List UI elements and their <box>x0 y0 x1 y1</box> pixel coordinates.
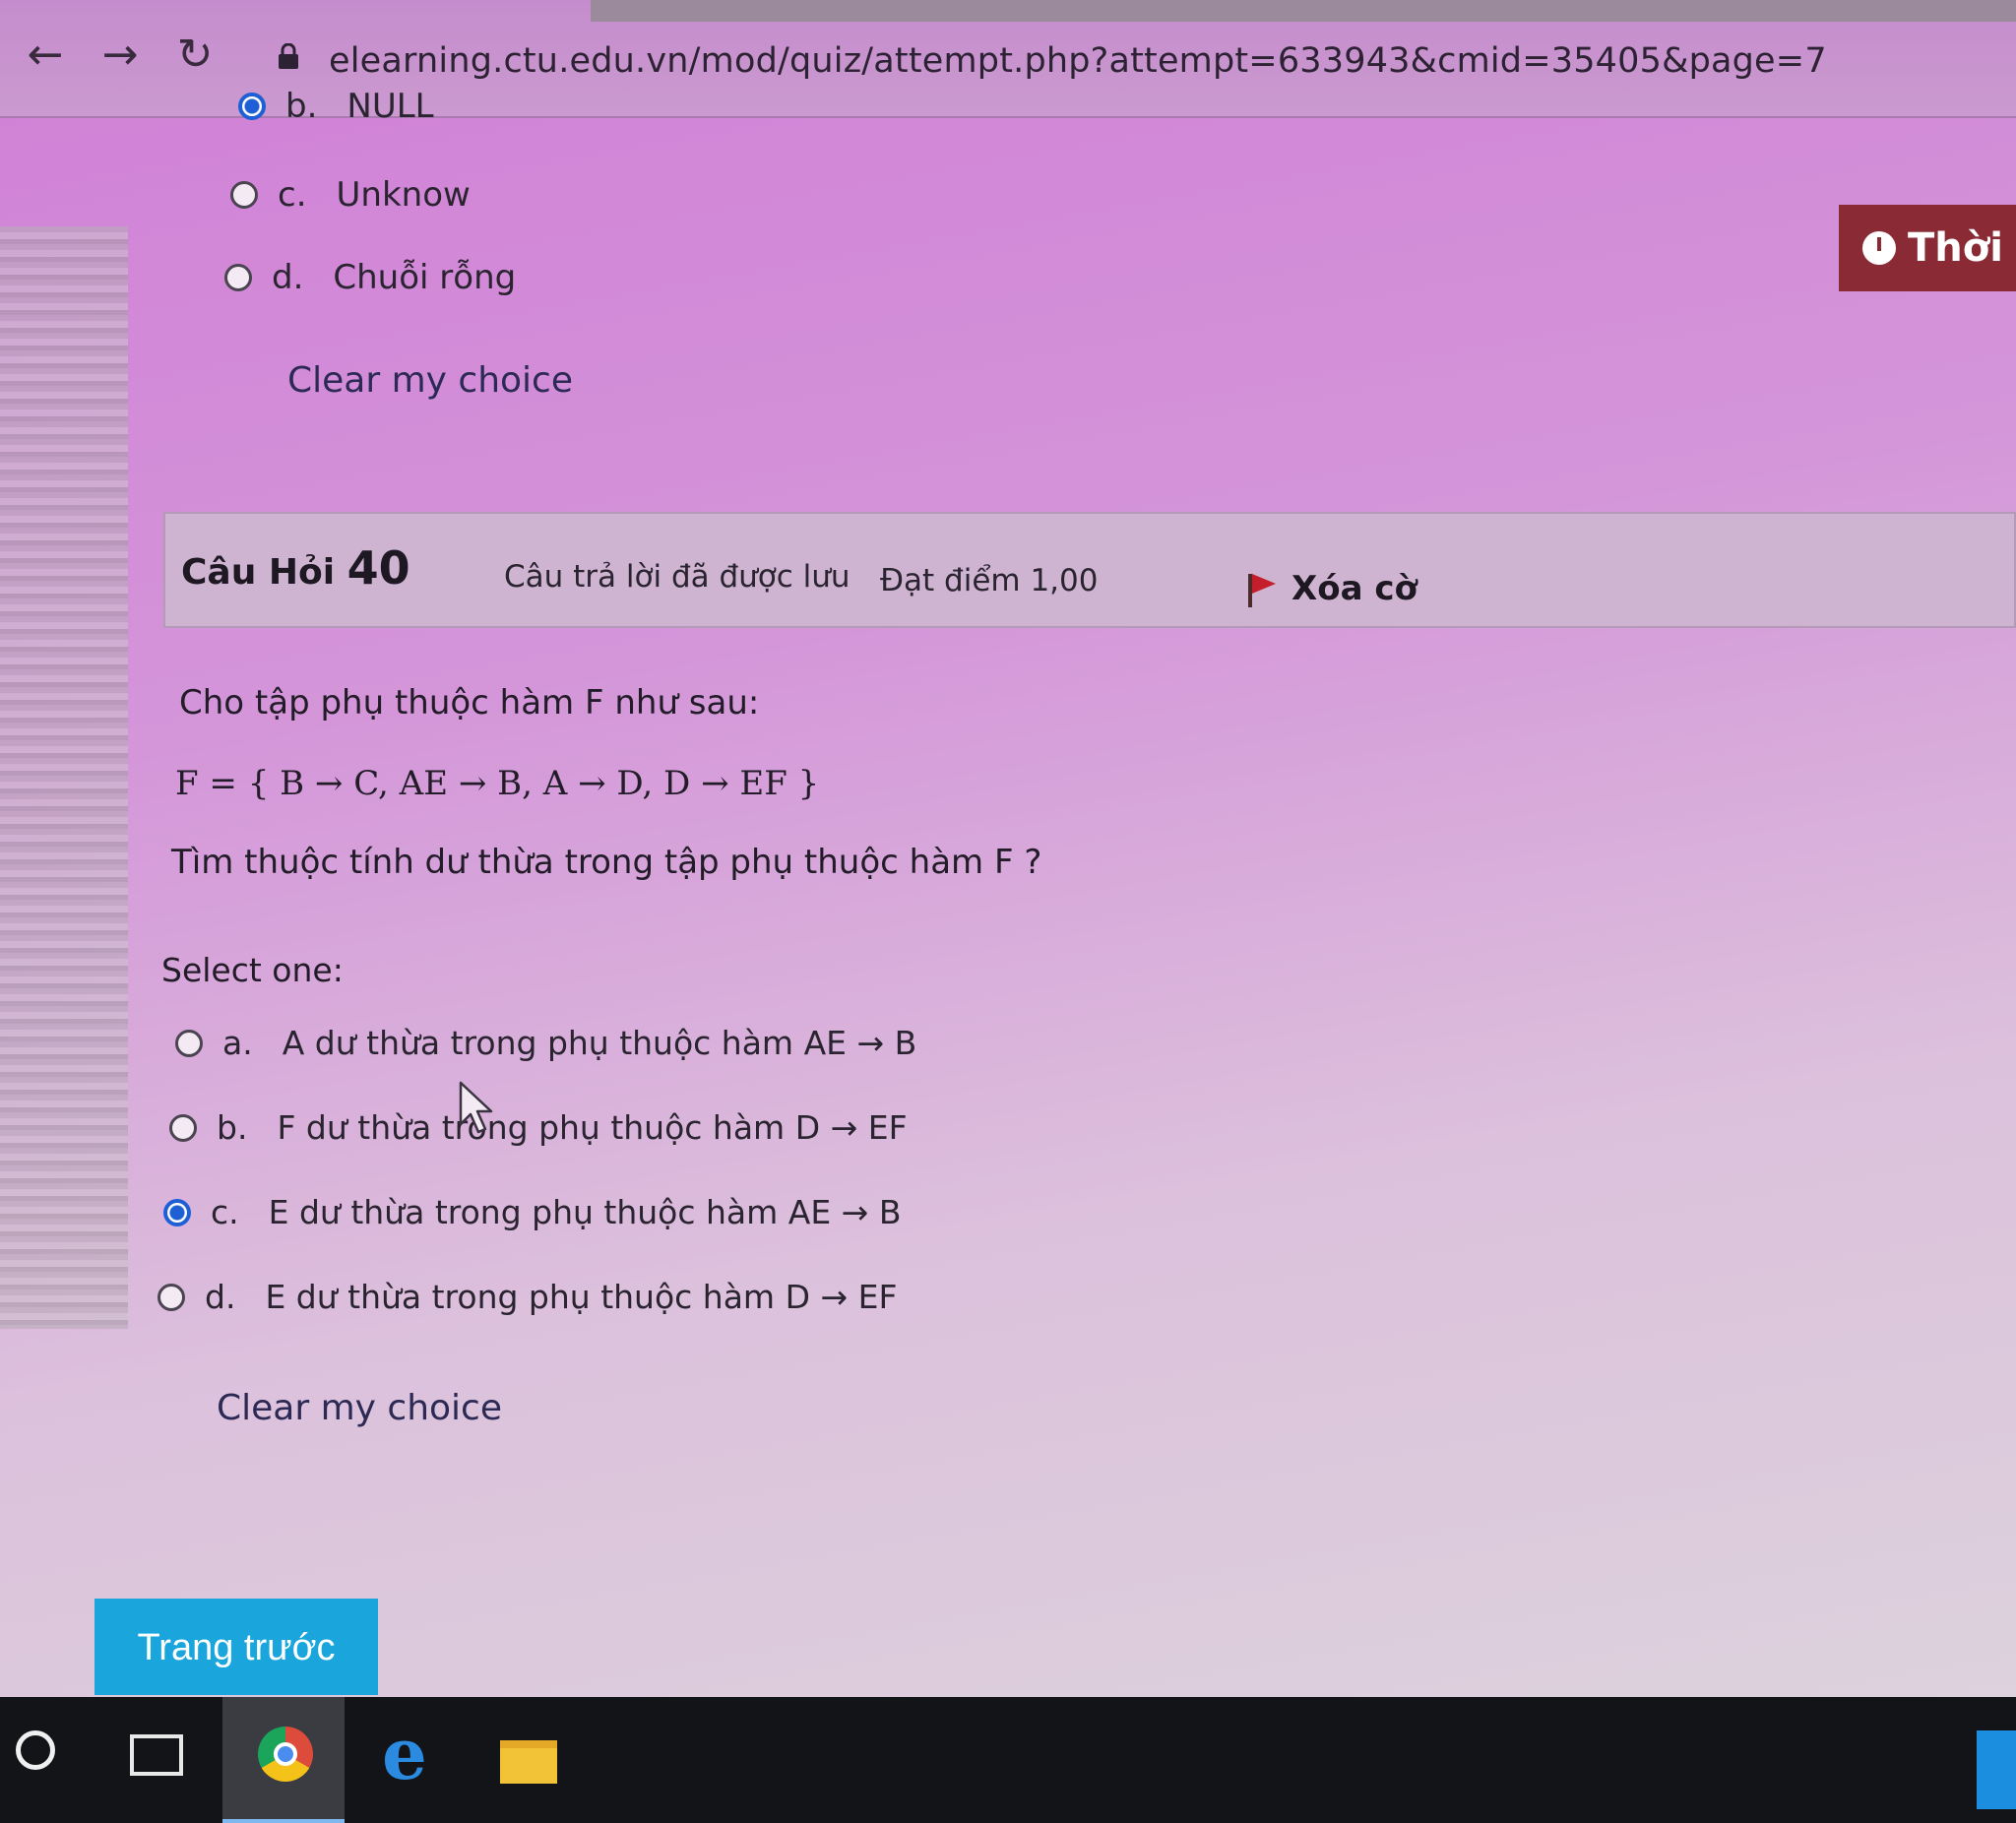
option-letter: b. <box>285 87 318 126</box>
prev-option-d[interactable]: d. Chuỗi rỗng <box>224 258 516 297</box>
answer-option-a[interactable]: a. A dư thừa trong phụ thuộc hàm AE → B <box>175 1024 916 1062</box>
option-letter: c. <box>211 1193 239 1231</box>
question-title-prefix: Câu Hỏi <box>181 552 336 593</box>
answer-saved-status: Câu trả lời đã được lưu <box>504 559 850 595</box>
radio-prev-d[interactable] <box>224 264 252 291</box>
option-letter: b. <box>217 1108 248 1147</box>
answer-option-b[interactable]: b. F dư thừa trong phụ thuộc hàm D → EF <box>169 1108 908 1147</box>
option-text: A dư thừa trong phụ thuộc hàm AE → B <box>282 1024 917 1062</box>
chrome-icon[interactable] <box>258 1727 313 1782</box>
windows-taskbar: e <box>0 1697 2016 1823</box>
arrow-left-icon: ← <box>27 30 64 80</box>
forward-button[interactable]: → <box>93 28 148 83</box>
browser-tab-strip <box>591 0 2016 22</box>
search-icon[interactable] <box>16 1730 55 1770</box>
radio-prev-b[interactable] <box>238 93 266 120</box>
option-text: E dư thừa trong phụ thuộc hàm AE → B <box>268 1193 902 1231</box>
clear-choice-link-prev[interactable]: Clear my choice <box>287 360 573 401</box>
previous-page-button[interactable]: Trang trước <box>94 1599 378 1695</box>
question-header: Câu Hỏi 40 Câu trả lời đã được lưu Đạt đ… <box>163 512 2016 628</box>
remove-flag-button[interactable]: Xóa cờ <box>1244 569 1418 608</box>
clock-icon <box>1862 231 1896 265</box>
option-text: Unknow <box>336 175 471 215</box>
option-text: F dư thừa trong phụ thuộc hàm D → EF <box>277 1108 908 1147</box>
prev-option-c[interactable]: c. Unknow <box>230 175 471 215</box>
answer-option-d[interactable]: d. E dư thừa trong phụ thuộc hàm D → EF <box>158 1278 897 1316</box>
radio-c[interactable] <box>163 1198 191 1226</box>
option-text: NULL <box>346 87 434 126</box>
option-letter: c. <box>278 175 307 215</box>
prev-option-b[interactable]: b. NULL <box>238 87 434 126</box>
question-number: 40 <box>346 541 410 595</box>
option-text: Chuỗi rỗng <box>333 258 517 297</box>
timer-label: Thời g <box>1908 225 2016 271</box>
back-button[interactable]: ← <box>18 28 73 83</box>
clear-choice-link[interactable]: Clear my choice <box>217 1388 502 1428</box>
mouse-cursor-icon <box>459 1081 493 1134</box>
answer-option-c[interactable]: c. E dư thừa trong phụ thuộc hàm AE → B <box>163 1193 901 1231</box>
radio-b[interactable] <box>169 1113 197 1142</box>
address-bar[interactable]: elearning.ctu.edu.vn/mod/quiz/attempt.ph… <box>329 41 1827 81</box>
task-view-icon[interactable] <box>130 1734 183 1776</box>
file-explorer-icon[interactable] <box>500 1740 557 1784</box>
radio-prev-c[interactable] <box>230 181 258 209</box>
option-text: E dư thừa trong phụ thuộc hàm D → EF <box>265 1278 898 1316</box>
question-formula: F = { B → C, AE → B, A → D, D → EF } <box>175 764 820 803</box>
remove-flag-label: Xóa cờ <box>1292 569 1418 608</box>
question-text-line2: Tìm thuộc tính dư thừa trong tập phụ thu… <box>171 843 1042 882</box>
option-letter: d. <box>272 258 304 297</box>
radio-d[interactable] <box>158 1283 185 1311</box>
question-title: Câu Hỏi 40 <box>181 541 410 595</box>
reload-icon: ↻ <box>176 30 214 80</box>
reload-button[interactable]: ↻ <box>167 28 222 83</box>
flag-icon <box>1244 570 1278 607</box>
question-mark: Đạt điểm 1,00 <box>880 563 1099 598</box>
question-text-line1: Cho tập phụ thuộc hàm F như sau: <box>179 683 760 723</box>
edge-icon[interactable]: e <box>382 1719 437 1790</box>
radio-a[interactable] <box>175 1029 203 1057</box>
taskbar-right-item[interactable] <box>1977 1730 2016 1809</box>
option-letter: a. <box>222 1024 253 1062</box>
photo-background-strip <box>0 226 128 1329</box>
quiz-timer: Thời g <box>1839 205 2016 291</box>
lock-icon <box>279 43 298 69</box>
arrow-right-icon: → <box>101 30 139 80</box>
select-one-label: Select one: <box>161 951 344 989</box>
option-letter: d. <box>205 1278 236 1316</box>
